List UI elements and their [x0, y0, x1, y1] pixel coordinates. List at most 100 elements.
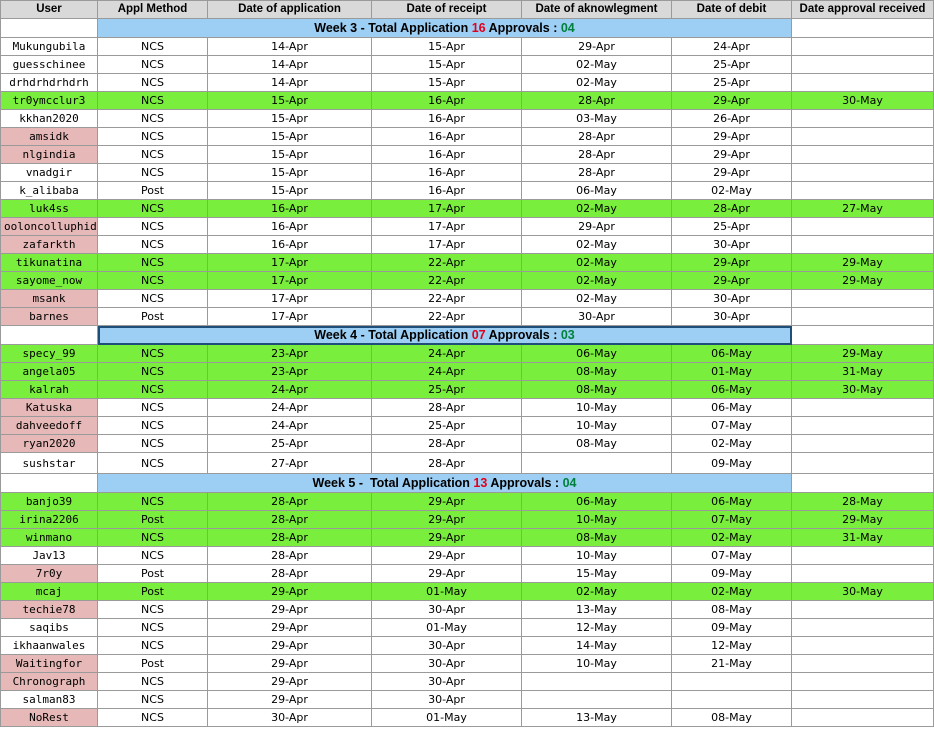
appl-method-cell[interactable]: NCS — [97, 492, 208, 511]
appl-method-cell[interactable]: Post — [97, 181, 208, 200]
user-cell[interactable]: NoRest — [0, 708, 98, 727]
ack-date-cell[interactable]: 06-May — [521, 492, 672, 511]
application-date-cell[interactable]: 16-Apr — [207, 199, 372, 218]
debit-date-cell[interactable]: 21-May — [671, 654, 792, 673]
debit-date-cell[interactable]: 09-May — [671, 618, 792, 637]
receipt-date-cell[interactable]: 25-Apr — [371, 380, 522, 399]
receipt-date-cell[interactable]: 25-Apr — [371, 416, 522, 435]
user-cell[interactable]: nlgindia — [0, 145, 98, 164]
user-cell[interactable]: k_alibaba — [0, 181, 98, 200]
appl-method-cell[interactable]: NCS — [97, 600, 208, 619]
approval-date-cell[interactable] — [791, 55, 934, 74]
debit-date-cell[interactable]: 29-Apr — [671, 91, 792, 110]
approval-date-cell[interactable]: 29-May — [791, 253, 934, 272]
approval-date-cell[interactable] — [791, 452, 934, 474]
ack-date-cell[interactable]: 13-May — [521, 708, 672, 727]
debit-date-cell[interactable]: 30-Apr — [671, 289, 792, 308]
receipt-date-cell[interactable]: 16-Apr — [371, 163, 522, 182]
debit-date-cell[interactable]: 02-May — [671, 181, 792, 200]
appl-method-cell[interactable]: NCS — [97, 636, 208, 655]
application-date-cell[interactable]: 15-Apr — [207, 91, 372, 110]
approval-date-cell[interactable] — [791, 235, 934, 254]
application-date-cell[interactable]: 17-Apr — [207, 307, 372, 326]
approval-date-cell[interactable] — [791, 618, 934, 637]
approval-date-cell[interactable] — [791, 163, 934, 182]
user-cell[interactable]: sushstar — [0, 452, 98, 474]
appl-method-cell[interactable]: Post — [97, 510, 208, 529]
header-date-approval-received[interactable]: Date approval received — [791, 0, 934, 19]
appl-method-cell[interactable]: NCS — [97, 109, 208, 128]
ack-date-cell[interactable] — [521, 672, 672, 691]
approval-date-cell[interactable]: 29-May — [791, 344, 934, 363]
debit-date-cell[interactable]: 06-May — [671, 398, 792, 417]
user-cell[interactable]: kkhan2020 — [0, 109, 98, 128]
approval-date-cell[interactable] — [791, 416, 934, 435]
receipt-date-cell[interactable]: 22-Apr — [371, 253, 522, 272]
ack-date-cell[interactable]: 02-May — [521, 199, 672, 218]
ack-date-cell[interactable]: 12-May — [521, 618, 672, 637]
user-cell[interactable]: irina2206 — [0, 510, 98, 529]
application-date-cell[interactable]: 28-Apr — [207, 510, 372, 529]
header-date-of-receipt[interactable]: Date of receipt — [371, 0, 522, 19]
receipt-date-cell[interactable]: 15-Apr — [371, 37, 522, 56]
user-cell[interactable]: drhdrhdrhdrh — [0, 73, 98, 92]
debit-date-cell[interactable]: 29-Apr — [671, 127, 792, 146]
application-date-cell[interactable]: 17-Apr — [207, 271, 372, 290]
receipt-date-cell[interactable]: 16-Apr — [371, 109, 522, 128]
receipt-date-cell[interactable]: 22-Apr — [371, 271, 522, 290]
header-appl-method[interactable]: Appl Method — [97, 0, 208, 19]
appl-method-cell[interactable]: NCS — [97, 163, 208, 182]
ack-date-cell[interactable]: 06-May — [521, 344, 672, 363]
receipt-date-cell[interactable]: 22-Apr — [371, 289, 522, 308]
appl-method-cell[interactable]: NCS — [97, 145, 208, 164]
ack-date-cell[interactable]: 10-May — [521, 654, 672, 673]
debit-date-cell[interactable]: 25-Apr — [671, 73, 792, 92]
application-date-cell[interactable]: 24-Apr — [207, 398, 372, 417]
appl-method-cell[interactable]: Post — [97, 654, 208, 673]
user-cell[interactable]: Katuska — [0, 398, 98, 417]
approval-date-cell[interactable] — [791, 398, 934, 417]
empty-cell[interactable] — [0, 325, 98, 345]
application-date-cell[interactable]: 28-Apr — [207, 546, 372, 565]
approval-date-cell[interactable] — [791, 37, 934, 56]
appl-method-cell[interactable]: NCS — [97, 55, 208, 74]
approval-date-cell[interactable] — [791, 181, 934, 200]
approval-date-cell[interactable] — [791, 434, 934, 453]
user-cell[interactable]: Jav13 — [0, 546, 98, 565]
application-date-cell[interactable]: 23-Apr — [207, 344, 372, 363]
appl-method-cell[interactable]: NCS — [97, 398, 208, 417]
debit-date-cell[interactable]: 02-May — [671, 582, 792, 601]
ack-date-cell[interactable]: 08-May — [521, 528, 672, 547]
application-date-cell[interactable]: 29-Apr — [207, 654, 372, 673]
approval-date-cell[interactable]: 27-May — [791, 199, 934, 218]
receipt-date-cell[interactable]: 28-Apr — [371, 434, 522, 453]
appl-method-cell[interactable]: NCS — [97, 528, 208, 547]
ack-date-cell[interactable]: 02-May — [521, 289, 672, 308]
user-cell[interactable]: guesschinee — [0, 55, 98, 74]
user-cell[interactable]: banjo39 — [0, 492, 98, 511]
ack-date-cell[interactable]: 02-May — [521, 271, 672, 290]
application-date-cell[interactable]: 27-Apr — [207, 452, 372, 474]
header-date-of-application[interactable]: Date of application — [207, 0, 372, 19]
debit-date-cell[interactable]: 08-May — [671, 600, 792, 619]
ack-date-cell[interactable]: 03-May — [521, 109, 672, 128]
ack-date-cell[interactable]: 15-May — [521, 564, 672, 583]
debit-date-cell[interactable]: 25-Apr — [671, 55, 792, 74]
approval-date-cell[interactable] — [791, 289, 934, 308]
receipt-date-cell[interactable]: 30-Apr — [371, 654, 522, 673]
approval-date-cell[interactable] — [791, 73, 934, 92]
debit-date-cell[interactable] — [671, 690, 792, 709]
receipt-date-cell[interactable]: 15-Apr — [371, 73, 522, 92]
user-cell[interactable]: sayome_now — [0, 271, 98, 290]
application-date-cell[interactable]: 16-Apr — [207, 217, 372, 236]
approval-date-cell[interactable] — [791, 636, 934, 655]
appl-method-cell[interactable]: Post — [97, 564, 208, 583]
application-date-cell[interactable]: 29-Apr — [207, 618, 372, 637]
receipt-date-cell[interactable]: 28-Apr — [371, 452, 522, 474]
receipt-date-cell[interactable]: 30-Apr — [371, 600, 522, 619]
user-cell[interactable]: ooloncolluphid — [0, 217, 98, 236]
receipt-date-cell[interactable]: 17-Apr — [371, 199, 522, 218]
user-cell[interactable]: amsidk — [0, 127, 98, 146]
appl-method-cell[interactable]: NCS — [97, 253, 208, 272]
approval-date-cell[interactable]: 28-May — [791, 492, 934, 511]
